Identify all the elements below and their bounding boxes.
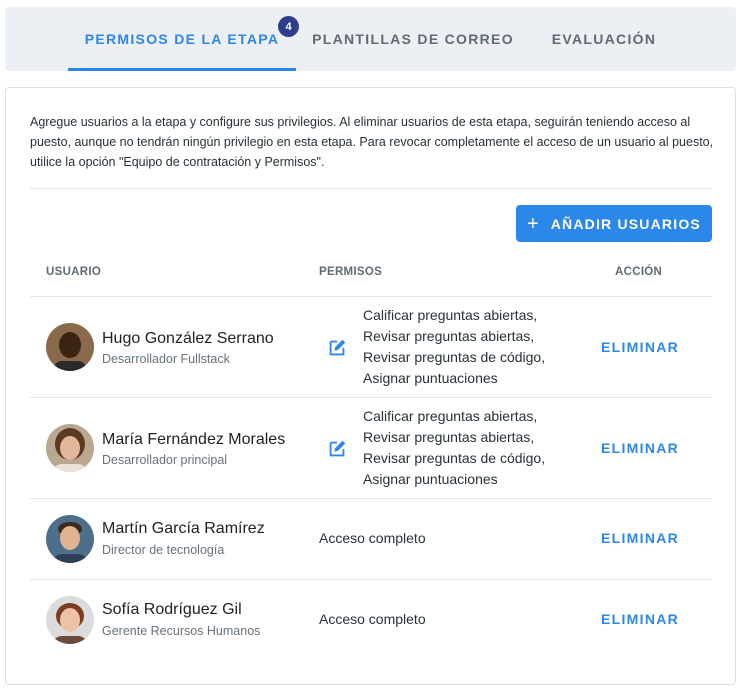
- remove-user-link[interactable]: ELIMINAR: [601, 440, 679, 456]
- avatar: [46, 515, 94, 563]
- tab-stage-permissions[interactable]: PERMISOS DE LA ETAPA: [68, 7, 296, 71]
- permission-text: Acceso completo: [319, 611, 426, 627]
- permission-list: Calificar preguntas abiertas, Revisar pr…: [363, 305, 545, 389]
- user-name: Hugo González Serrano: [102, 330, 274, 347]
- user-name: Sofía Rodríguez Gil: [102, 601, 242, 618]
- tab-label: PLANTILLAS DE CORREO: [312, 31, 514, 47]
- permission-item: Revisar preguntas abiertas,: [363, 429, 535, 445]
- table-row: María Fernández Morales Desarrollador pr…: [30, 398, 712, 498]
- user-name: Martín García Ramírez: [102, 520, 265, 537]
- table-row: Sofía Rodríguez Gil Gerente Recursos Hum…: [30, 580, 712, 660]
- permission-item: Calificar preguntas abiertas,: [363, 307, 538, 323]
- user-role: Desarrollador Fullstack: [102, 352, 230, 366]
- tab-email-templates[interactable]: PLANTILLAS DE CORREO: [307, 7, 519, 71]
- divider: [30, 188, 712, 189]
- remove-user-link[interactable]: ELIMINAR: [601, 339, 679, 355]
- tab-bar: PERMISOS DE LA ETAPA 4 PLANTILLAS DE COR…: [5, 7, 736, 71]
- edit-icon[interactable]: [326, 337, 348, 359]
- permission-item: Revisar preguntas de código,: [363, 349, 546, 365]
- intro-text: Agregue usuarios a la etapa y configure …: [30, 115, 714, 169]
- active-tab-indicator: [68, 68, 296, 71]
- permission-item: Asignar puntuaciones: [363, 471, 498, 487]
- user-role: Director de tecnología: [102, 543, 225, 557]
- permission-list: Calificar preguntas abiertas, Revisar pr…: [363, 406, 545, 490]
- tab-label: PERMISOS DE LA ETAPA: [84, 31, 280, 47]
- add-users-button[interactable]: + AÑADIR USUARIOS: [516, 205, 712, 242]
- tab-count-badge: 4: [278, 16, 299, 37]
- user-name: María Fernández Morales: [102, 431, 286, 448]
- user-role: Desarrollador principal: [102, 453, 228, 467]
- remove-user-link[interactable]: ELIMINAR: [601, 611, 679, 627]
- column-header-permissions: PERMISOS: [319, 266, 383, 278]
- plus-icon: +: [527, 212, 539, 235]
- permission-item: Revisar preguntas de código,: [363, 450, 546, 466]
- column-header-action: ACCIÓN: [615, 266, 663, 278]
- permission-text: Acceso completo: [319, 530, 426, 546]
- permission-item: Revisar preguntas abiertas,: [363, 328, 535, 344]
- edit-icon[interactable]: [326, 438, 348, 460]
- tab-evaluation[interactable]: EVALUACIÓN: [539, 7, 669, 71]
- permission-item: Calificar preguntas abiertas,: [363, 408, 538, 424]
- add-users-label: AÑADIR USUARIOS: [550, 215, 701, 232]
- tab-label: EVALUACIÓN: [551, 31, 657, 47]
- table-row: Martín García Ramírez Director de tecnol…: [30, 499, 712, 579]
- remove-user-link[interactable]: ELIMINAR: [601, 530, 679, 546]
- permissions-card: Agregue usuarios a la etapa y configure …: [5, 87, 736, 685]
- avatar: [46, 596, 94, 644]
- avatar: [46, 424, 94, 472]
- avatar: [46, 323, 94, 371]
- table-row: Hugo González Serrano Desarrollador Full…: [30, 297, 712, 397]
- user-role: Gerente Recursos Humanos: [102, 624, 261, 638]
- column-header-user: USUARIO: [46, 266, 102, 278]
- permission-item: Asignar puntuaciones: [363, 370, 498, 386]
